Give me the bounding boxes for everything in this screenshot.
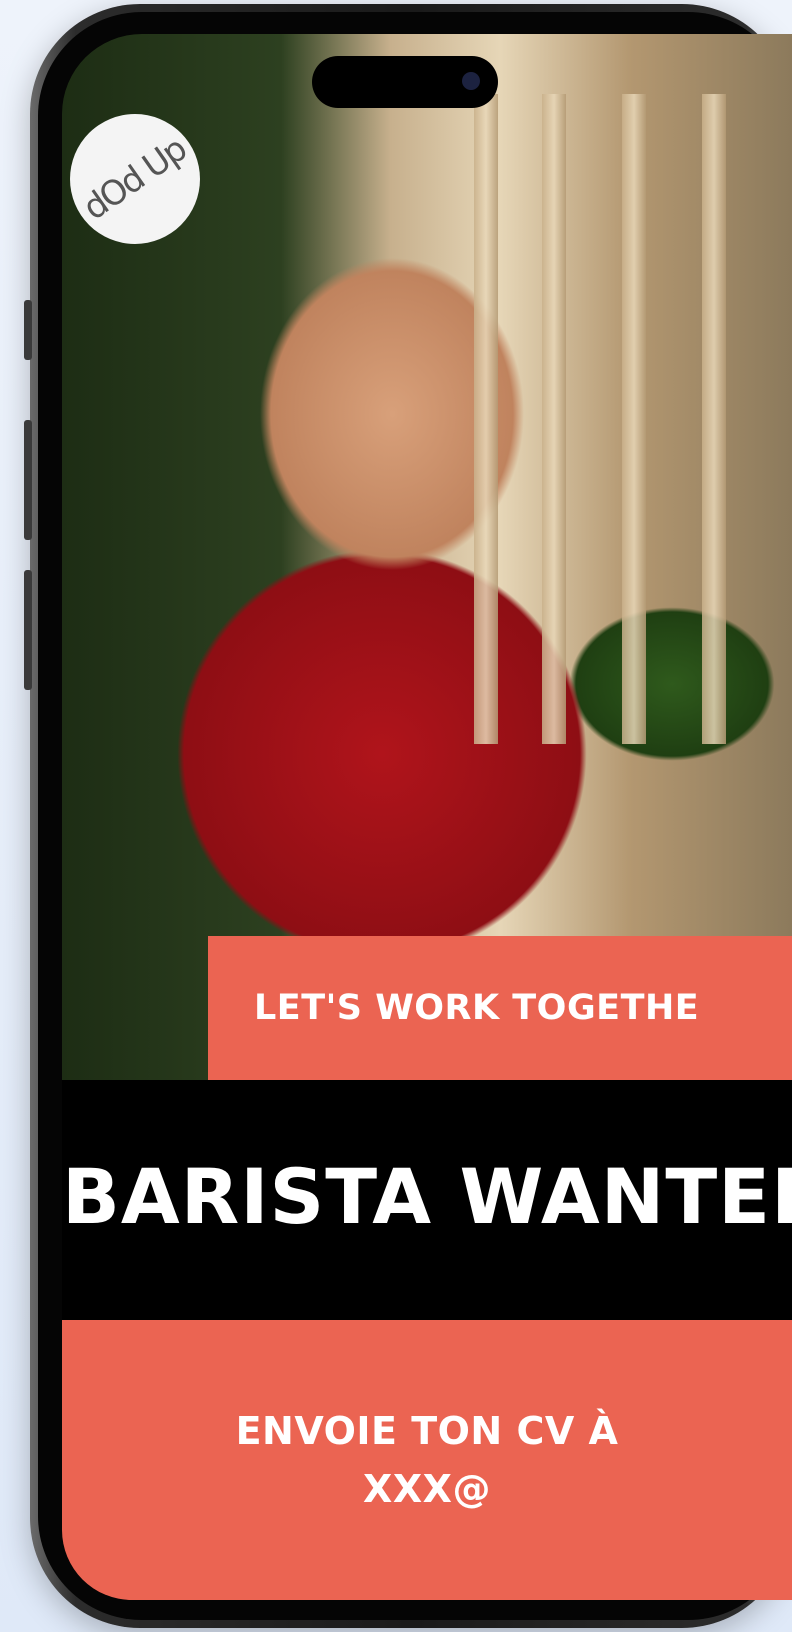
- cta-line-1: ENVOIE TON CV À: [235, 1409, 619, 1453]
- wood-rail: [622, 94, 646, 744]
- logo-badge-icon: dOd Up: [70, 114, 200, 244]
- tagline-banner: LET'S WORK TOGETHE: [208, 936, 792, 1080]
- wood-rail: [702, 94, 726, 744]
- wood-rail: [474, 94, 498, 744]
- phone-screen: dOd Up LET'S WORK TOGETHE BARISTA WANTED…: [62, 34, 792, 1600]
- tagline-text: LET'S WORK TOGETHE: [254, 988, 700, 1028]
- camera-icon: [462, 72, 480, 90]
- volume-up-button: [24, 300, 32, 360]
- headline-title: BARISTA WANTED: [62, 1152, 792, 1241]
- cta-banner: ENVOIE TON CV À XXX@: [62, 1320, 792, 1600]
- dynamic-island: [312, 56, 498, 108]
- volume-down-button: [24, 420, 32, 540]
- wood-rail: [542, 94, 566, 744]
- cta-line-2: XXX@: [363, 1467, 491, 1511]
- side-button: [24, 570, 32, 690]
- logo-text: dOd Up: [76, 129, 194, 229]
